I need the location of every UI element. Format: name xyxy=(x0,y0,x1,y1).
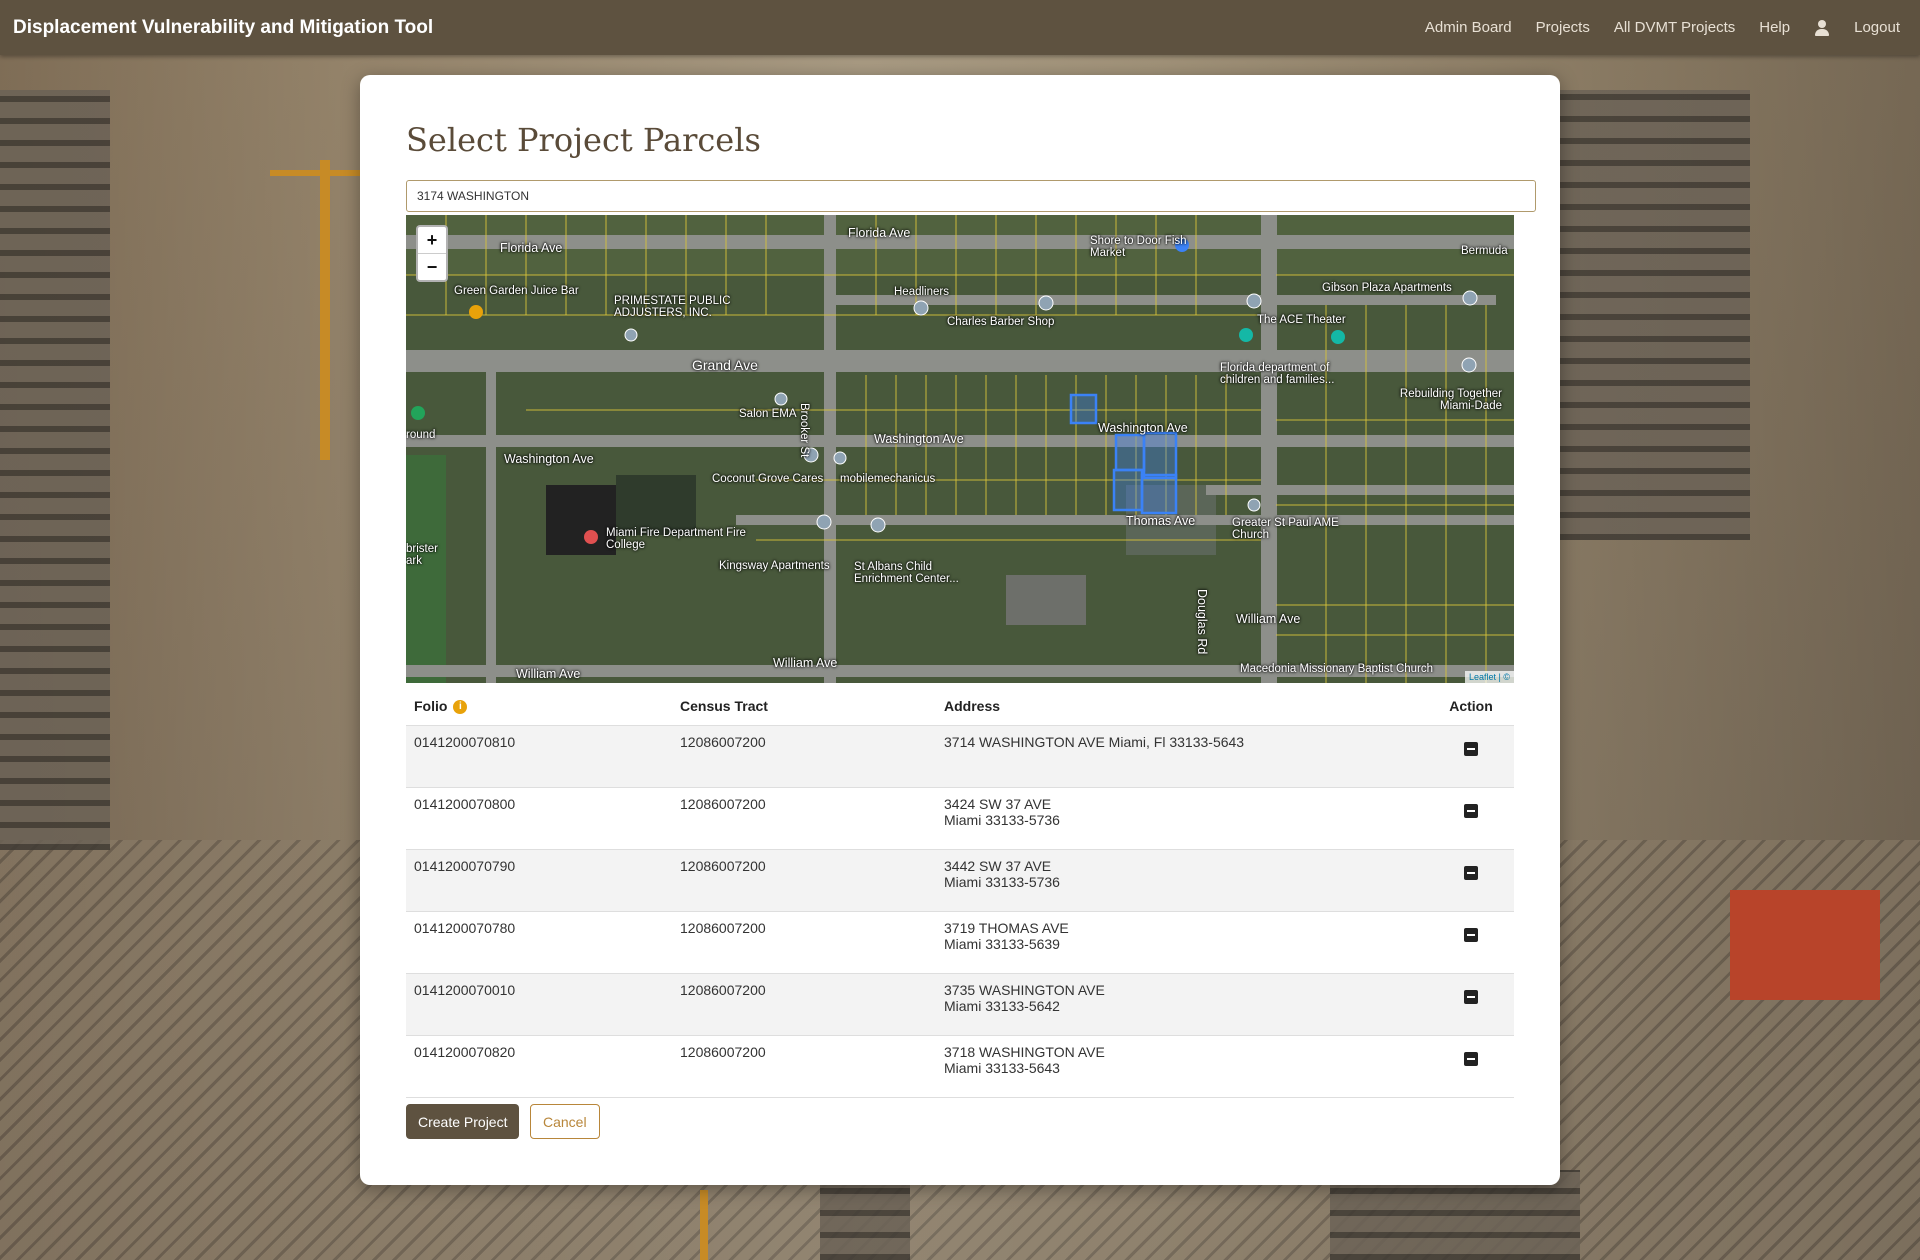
map-label-poi: Headliners xyxy=(894,286,949,298)
map-label-washington-ave: Washington Ave xyxy=(504,452,594,466)
map-label-poi: Shore to Door Fish Market xyxy=(1090,235,1187,259)
map-label-grand-ave: Grand Ave xyxy=(692,357,758,373)
map-label-poi: Miami Fire Department Fire College xyxy=(606,527,746,551)
header-action: Action xyxy=(1449,698,1493,714)
app-brand[interactable]: Displacement Vulnerability and Mitigatio… xyxy=(13,17,433,39)
map-label-william-ave: William Ave xyxy=(1236,612,1301,626)
nav-projects[interactable]: Projects xyxy=(1536,19,1590,36)
table-row: 0141200070800 12086007200 3424 SW 37 AVE… xyxy=(406,787,1514,850)
map-label-douglas-rd: Douglas Rd xyxy=(1195,589,1209,655)
map-label-poi: brister ark xyxy=(406,543,438,567)
cell-census-tract: 12086007200 xyxy=(672,973,936,1036)
map-label-washington-ave: Washington Ave xyxy=(874,432,964,446)
parcels-table: Folio i Census Tract Address Action 01412… xyxy=(406,687,1514,1098)
header-folio: Folio i xyxy=(406,687,672,726)
cell-address: 3424 SW 37 AVE Miami 33133-5736 xyxy=(936,787,1428,850)
table-row: 0141200070780 12086007200 3719 THOMAS AV… xyxy=(406,911,1514,974)
project-parcels-card: Select Project Parcels 3174 WASHINGTON F… xyxy=(360,75,1560,1185)
cell-census-tract: 12086007200 xyxy=(672,911,936,974)
nav-all-dvmt-projects[interactable]: All DVMT Projects xyxy=(1614,19,1735,36)
cell-address: 3442 SW 37 AVE Miami 33133-5736 xyxy=(936,849,1428,912)
remove-parcel-icon[interactable] xyxy=(1464,742,1478,756)
map-label-poi: Green Garden Juice Bar xyxy=(454,285,579,297)
cell-census-tract: 12086007200 xyxy=(672,1035,936,1098)
map-label-florida-ave: Florida Ave xyxy=(848,226,911,240)
nav-logout[interactable]: Logout xyxy=(1854,19,1900,36)
map-label-poi: Rebuilding Together Miami-Dade xyxy=(1399,388,1502,412)
remove-parcel-icon[interactable] xyxy=(1464,928,1478,942)
top-navbar: Displacement Vulnerability and Mitigatio… xyxy=(0,0,1920,55)
cell-folio: 0141200070780 xyxy=(406,911,672,974)
address-search-input[interactable] xyxy=(406,180,1536,212)
info-icon[interactable]: i xyxy=(453,700,468,715)
parcel-map[interactable]: Florida Ave Florida Ave Green Garden Jui… xyxy=(406,215,1514,683)
table-row: 0141200070810 12086007200 3714 WASHINGTO… xyxy=(406,725,1514,788)
table-row: 0141200070790 12086007200 3442 SW 37 AVE… xyxy=(406,849,1514,912)
cell-action xyxy=(1428,725,1514,788)
user-icon[interactable] xyxy=(1814,19,1830,36)
cell-action xyxy=(1428,1035,1514,1098)
map-label-florida-ave: Florida Ave xyxy=(500,241,563,255)
remove-parcel-icon[interactable] xyxy=(1464,866,1478,880)
cell-folio: 0141200070010 xyxy=(406,973,672,1036)
nav-links: Admin Board Projects All DVMT Projects H… xyxy=(1401,19,1900,36)
header-census-tract: Census Tract xyxy=(680,698,768,714)
map-attribution[interactable]: Leaflet | © xyxy=(1465,671,1514,683)
zoom-out-button[interactable]: − xyxy=(418,253,446,280)
cancel-button[interactable]: Cancel xyxy=(530,1104,600,1139)
map-label-poi: Gibson Plaza Apartments xyxy=(1322,282,1452,294)
cell-address: 3735 WASHINGTON AVE Miami 33133-5642 xyxy=(936,973,1428,1036)
nav-admin-board[interactable]: Admin Board xyxy=(1425,19,1512,36)
map-label-poi: PRIMESTATE PUBLIC ADJUSTERS, INC. xyxy=(614,295,731,319)
remove-parcel-icon[interactable] xyxy=(1464,804,1478,818)
cell-census-tract: 12086007200 xyxy=(672,787,936,850)
map-label-washington-ave: Washington Ave xyxy=(1098,421,1188,435)
cell-action xyxy=(1428,911,1514,974)
cell-action xyxy=(1428,849,1514,912)
zoom-in-button[interactable]: + xyxy=(418,227,446,253)
cell-census-tract: 12086007200 xyxy=(672,725,936,788)
cell-folio: 0141200070810 xyxy=(406,725,672,788)
nav-help[interactable]: Help xyxy=(1759,19,1790,36)
map-zoom-control: + − xyxy=(416,225,448,282)
header-address: Address xyxy=(944,698,1001,714)
map-label-poi: Charles Barber Shop xyxy=(947,316,1055,328)
map-label-poi: round xyxy=(406,429,436,441)
cell-address: 3718 WASHINGTON AVE Miami 33133-5643 xyxy=(936,1035,1428,1098)
table-header-row: Folio i Census Tract Address Action xyxy=(406,687,1514,726)
remove-parcel-icon[interactable] xyxy=(1464,990,1478,1004)
map-label-poi: St Albans Child Enrichment Center... xyxy=(854,561,959,585)
table-row: 0141200070010 12086007200 3735 WASHINGTO… xyxy=(406,973,1514,1036)
map-label-poi: Coconut Grove Cares xyxy=(712,473,824,485)
cell-folio: 0141200070800 xyxy=(406,787,672,850)
cell-address: 3719 THOMAS AVE Miami 33133-5639 xyxy=(936,911,1428,974)
map-label-poi: Kingsway Apartments xyxy=(719,560,830,572)
map-label-poi: Florida department of children and famil… xyxy=(1220,362,1335,386)
cell-folio: 0141200070820 xyxy=(406,1035,672,1098)
map-label-poi: Greater St Paul AME Church xyxy=(1232,517,1339,541)
map-label-poi: Bermuda xyxy=(1461,245,1508,257)
cell-action xyxy=(1428,973,1514,1036)
map-label-william-ave: William Ave xyxy=(773,656,838,670)
page-title: Select Project Parcels xyxy=(406,121,761,159)
table-row: 0141200070820 12086007200 3718 WASHINGTO… xyxy=(406,1035,1514,1098)
map-label-william-ave: William Ave xyxy=(516,667,581,681)
cell-action xyxy=(1428,787,1514,850)
map-label-poi: mobilemechanicus xyxy=(840,473,936,485)
cell-address: 3714 WASHINGTON AVE Miami, Fl 33133-5643 xyxy=(936,725,1428,788)
cell-folio: 0141200070790 xyxy=(406,849,672,912)
cell-census-tract: 12086007200 xyxy=(672,849,936,912)
map-label-brooker-st: Brooker St xyxy=(798,403,810,458)
remove-parcel-icon[interactable] xyxy=(1464,1052,1478,1066)
map-label-poi: Salon EMA xyxy=(739,408,797,420)
create-project-button[interactable]: Create Project xyxy=(406,1104,520,1139)
map-label-poi: Macedonia Missionary Baptist Church xyxy=(1240,663,1434,675)
map-label-thomas-ave: Thomas Ave xyxy=(1126,514,1196,528)
map-label-poi: The ACE Theater xyxy=(1257,314,1346,326)
